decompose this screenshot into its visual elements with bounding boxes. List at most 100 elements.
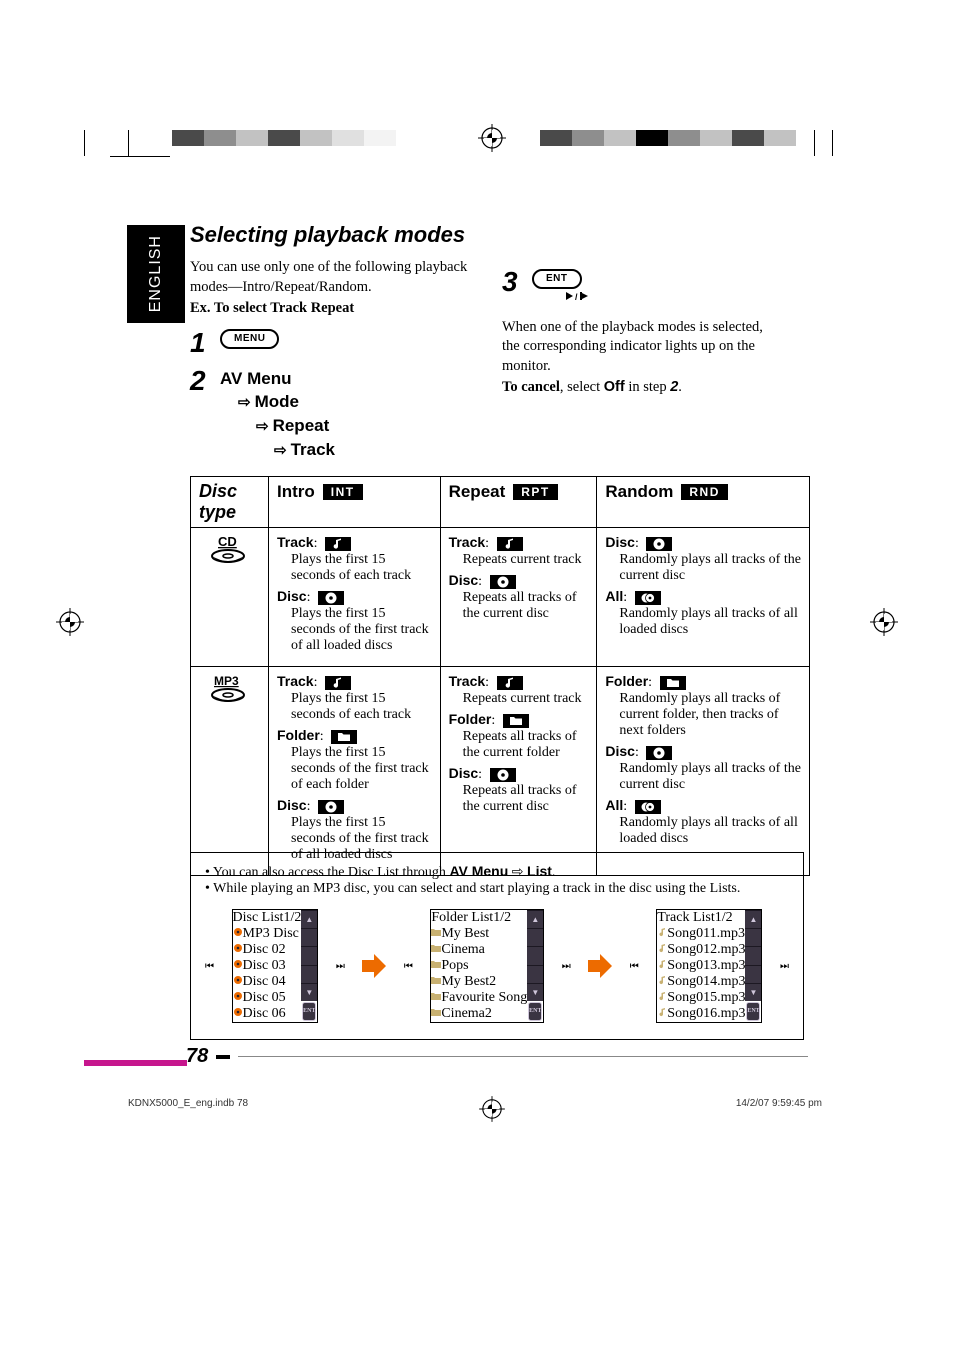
side-button[interactable] [745, 928, 761, 946]
mp3-intro: Track: Plays the first 15 seconds of eac… [269, 666, 441, 875]
list-item[interactable]: MP3 Disc [233, 926, 302, 942]
skip-prev-icon[interactable]: ⏮ [205, 961, 214, 972]
mode-entry: Track: Repeats current track [449, 673, 589, 707]
scroll-up-button[interactable]: ▲ [301, 910, 317, 928]
scroll-down-button[interactable]: ▼ [745, 983, 761, 1001]
scroll-down-button[interactable]: ▼ [527, 983, 543, 1001]
side-button[interactable] [527, 928, 543, 946]
scroll-up-button[interactable]: ▲ [527, 910, 543, 928]
list-item[interactable]: Disc 03 [233, 958, 302, 974]
list-item[interactable]: Cinema [431, 942, 527, 958]
side-button[interactable] [301, 965, 317, 983]
disc-list-panel[interactable]: Disc List1/2 MP3 DiscDisc 02Disc 03Disc … [232, 909, 319, 1023]
cancel-note: To cancel, select Off in step 2. [502, 378, 782, 398]
step-1: 1 MENU [190, 329, 470, 357]
list-item[interactable]: Song013.mp3 [657, 958, 745, 974]
list-item[interactable]: Song015.mp3 [657, 990, 745, 1006]
note-icon [325, 537, 351, 551]
mode-entry: Disc: Randomly plays all tracks of the c… [605, 743, 801, 793]
mode-entry: All: Randomly plays all tracks of all lo… [605, 797, 801, 847]
skip-prev-icon[interactable]: ⏮ [630, 961, 639, 972]
mode-entry: Disc: Plays the first 15 seconds of the … [277, 588, 432, 654]
arrow-icon [362, 954, 386, 978]
repeat-label: Repeat [273, 416, 330, 435]
ent-button[interactable]: ENT [532, 269, 582, 289]
scroll-up-button[interactable]: ▲ [745, 910, 761, 928]
list-item[interactable]: Disc 02 [233, 942, 302, 958]
disc-icon [490, 768, 516, 782]
folder-icon [331, 730, 357, 744]
mode-entry: Folder: Plays the first 15 seconds of th… [277, 727, 432, 793]
step3-note: When one of the playback modes is select… [502, 318, 782, 377]
play-pause-icon: / [566, 292, 586, 300]
playback-modes-table: Disc type Intro INT Repeat RPT Random RN… [190, 476, 810, 876]
scroll-down-button[interactable]: ▼ [301, 983, 317, 1001]
language-tab: ENGLISH [127, 225, 185, 323]
skip-next-icon[interactable]: ⏭ [336, 961, 345, 972]
infobox-bullet-1: You can also access the Disc List throug… [205, 863, 789, 881]
av-menu-label: AV Menu [220, 369, 291, 388]
mode-label: Mode [255, 392, 299, 411]
mode-entry: Disc: Randomly plays all tracks of the c… [605, 534, 801, 584]
ent-side-button[interactable]: ENT [746, 1002, 760, 1021]
infobox-bullet-2: While playing an MP3 disc, you can selec… [205, 881, 789, 897]
left-column: You can use only one of the following pl… [190, 258, 470, 462]
list-item[interactable]: Disc 06 [233, 1006, 302, 1022]
ent-side-button[interactable]: ENT [528, 1002, 542, 1021]
list-item[interactable]: My Best [431, 926, 527, 942]
mode-entry: Track: Plays the first 15 seconds of eac… [277, 673, 432, 723]
disc-icon [646, 537, 672, 551]
list-item[interactable]: Disc 04 [233, 974, 302, 990]
list-item[interactable]: Song016.mp3 [657, 1006, 745, 1022]
note-icon [325, 676, 351, 690]
side-button[interactable] [527, 965, 543, 983]
skip-next-icon[interactable]: ⏭ [780, 961, 789, 972]
list-item[interactable]: Song011.mp3 [657, 926, 745, 942]
example-label: Ex. To select Track Repeat [190, 299, 470, 319]
mode-entry: Folder: Randomly plays all tracks of cur… [605, 673, 801, 739]
intro-badge: INT [323, 484, 363, 500]
track-list-panel[interactable]: Track List1/2 Song011.mp3Song012.mp3Song… [656, 909, 762, 1023]
folder-list-panel[interactable]: Folder List1/2 My BestCinemaPopsMy Best2… [430, 909, 544, 1023]
side-button[interactable] [745, 946, 761, 964]
mode-entry: Track: Repeats current track [449, 534, 589, 568]
disc-icon [490, 575, 516, 589]
side-button[interactable] [527, 946, 543, 964]
cd-random: Disc: Randomly plays all tracks of the c… [597, 527, 810, 666]
print-footer: KDNX5000_E_eng.indb 78 14/2/07 9:59:45 p… [128, 1098, 822, 1120]
mode-entry: Folder: Repeats all tracks of the curren… [449, 711, 589, 761]
list-item[interactable]: Disc 05 [233, 990, 302, 1006]
skip-prev-icon[interactable]: ⏮ [404, 961, 413, 972]
list-item[interactable]: My Best2 [431, 974, 527, 990]
list-item[interactable]: Pops [431, 958, 527, 974]
folder-icon [660, 676, 686, 690]
menu-button[interactable]: MENU [220, 329, 279, 349]
disctype-cd [191, 527, 269, 666]
random-badge: RND [681, 484, 728, 500]
list-item[interactable]: Cinema2 [431, 1006, 527, 1022]
step-number: 3 [502, 268, 522, 296]
step-number: 2 [190, 367, 210, 395]
side-button[interactable] [301, 928, 317, 946]
step-3: 3 ENT / [502, 268, 782, 300]
th-disctype: Disc type [191, 476, 269, 527]
disctype-mp3 [191, 666, 269, 875]
ent-side-button[interactable]: ENT [302, 1002, 316, 1021]
th-repeat: Repeat RPT [440, 476, 597, 527]
note-icon [497, 676, 523, 690]
side-button[interactable] [745, 965, 761, 983]
language-label: ENGLISH [147, 235, 165, 312]
page-content: Selecting playback modes You can use onl… [190, 222, 800, 876]
list-item[interactable]: Song014.mp3 [657, 974, 745, 990]
list-item[interactable]: Favourite Song [431, 990, 527, 1006]
arrow-icon [588, 954, 612, 978]
side-button[interactable] [301, 946, 317, 964]
menu-path: AV Menu ⇨Mode ⇨Repeat ⇨Track [220, 367, 335, 462]
registration-target-footer [481, 1098, 503, 1120]
list-item[interactable]: Song012.mp3 [657, 942, 745, 958]
note-icon [497, 537, 523, 551]
skip-next-icon[interactable]: ⏭ [562, 961, 571, 972]
lists-row: ⏮ Disc List1/2 MP3 DiscDisc 02Disc 03Dis… [205, 909, 789, 1023]
cd-intro: Track: Plays the first 15 seconds of eac… [269, 527, 441, 666]
repeat-badge: RPT [513, 484, 558, 500]
